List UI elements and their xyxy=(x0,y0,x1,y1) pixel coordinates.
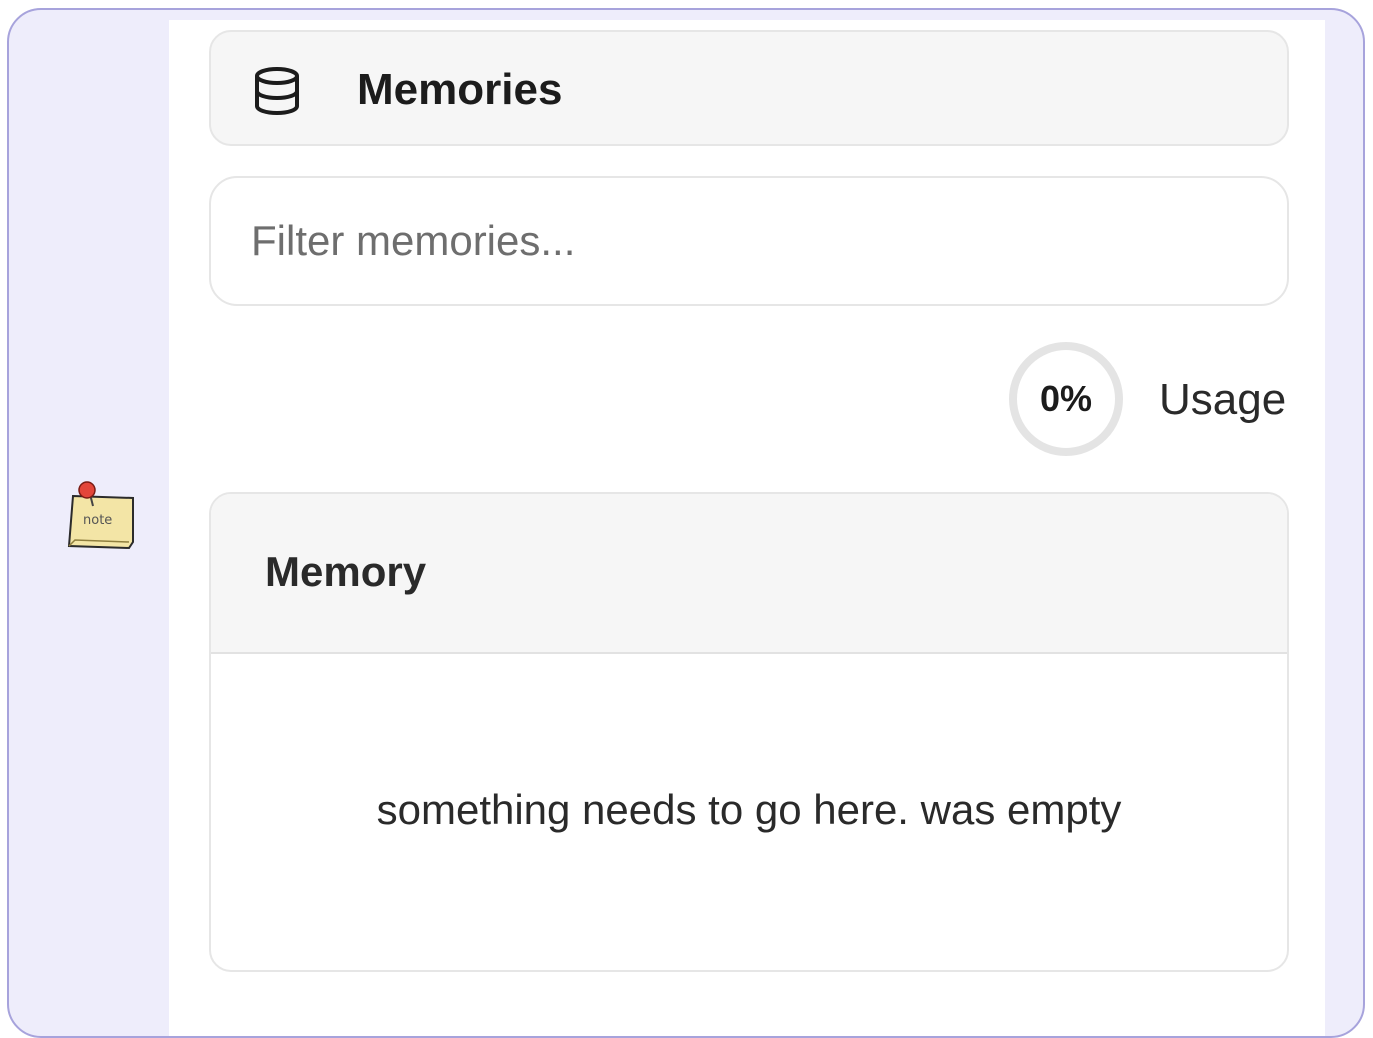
note-icon-text: note xyxy=(83,513,112,528)
note-icon[interactable]: note xyxy=(67,480,135,550)
empty-state-message: something needs to go here. was empty xyxy=(376,786,1122,833)
app-frame: note Memories 0% Usage Memory something … xyxy=(7,8,1365,1038)
filter-memories-input[interactable] xyxy=(209,176,1289,306)
page-title: Memories xyxy=(357,65,563,114)
memories-header: Memories xyxy=(209,30,1289,146)
memories-panel: Memories 0% Usage Memory something needs… xyxy=(169,20,1325,1036)
memory-table: Memory something needs to go here. was e… xyxy=(209,492,1289,972)
database-icon xyxy=(255,67,299,116)
column-header-memory[interactable]: Memory xyxy=(265,546,426,598)
usage-percent: 0% xyxy=(1039,378,1093,419)
table-header: Memory xyxy=(211,494,1287,654)
usage-label: Usage xyxy=(1159,375,1287,424)
